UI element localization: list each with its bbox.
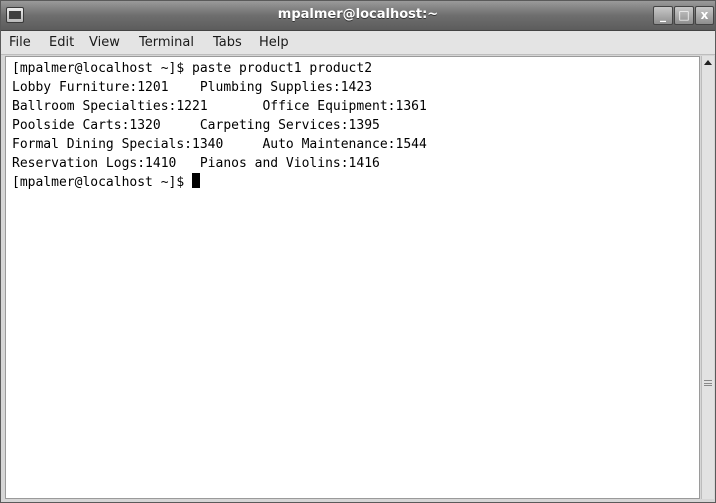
menu-help[interactable]: Help [259, 35, 289, 50]
title-bar[interactable]: mpalmer@localhost:~ _ □ x [1, 1, 715, 31]
text-cursor [192, 173, 201, 188]
maximize-button[interactable]: □ [674, 6, 694, 25]
shell-prompt: [mpalmer@localhost ~]$ [12, 175, 193, 190]
menu-tabs[interactable]: Tabs [213, 35, 242, 50]
window-title: mpalmer@localhost:~ [277, 7, 439, 22]
terminal-line: Lobby Furniture:1201 Plumbing Supplies:1… [12, 80, 373, 95]
scroll-up-arrow-icon[interactable] [703, 58, 713, 68]
terminal-line: [mpalmer@localhost ~]$ paste product1 pr… [12, 61, 373, 76]
menu-file[interactable]: File [9, 35, 31, 50]
terminal-output[interactable]: [mpalmer@localhost ~]$ paste product1 pr… [5, 56, 700, 499]
terminal-line: Ballroom Specialties:1221 Office Equipme… [12, 99, 427, 114]
terminal-prompt-line[interactable]: [mpalmer@localhost ~]$ [12, 173, 427, 192]
menu-view[interactable]: View [89, 35, 120, 50]
scrollbar-grip-icon[interactable] [704, 380, 712, 386]
vertical-scrollbar[interactable] [701, 56, 714, 499]
terminal-line: Poolside Carts:1320 Carpeting Services:1… [12, 118, 380, 133]
menu-edit[interactable]: Edit [49, 35, 74, 50]
menu-bar: File Edit View Terminal Tabs Help [1, 31, 715, 55]
minimize-button[interactable]: _ [653, 6, 673, 25]
menu-terminal[interactable]: Terminal [139, 35, 194, 50]
terminal-window: mpalmer@localhost:~ _ □ x File Edit View… [0, 0, 716, 503]
terminal-line: Reservation Logs:1410 Pianos and Violins… [12, 156, 380, 171]
terminal-line: Formal Dining Specials:1340 Auto Mainten… [12, 137, 427, 152]
close-button[interactable]: x [695, 6, 714, 25]
